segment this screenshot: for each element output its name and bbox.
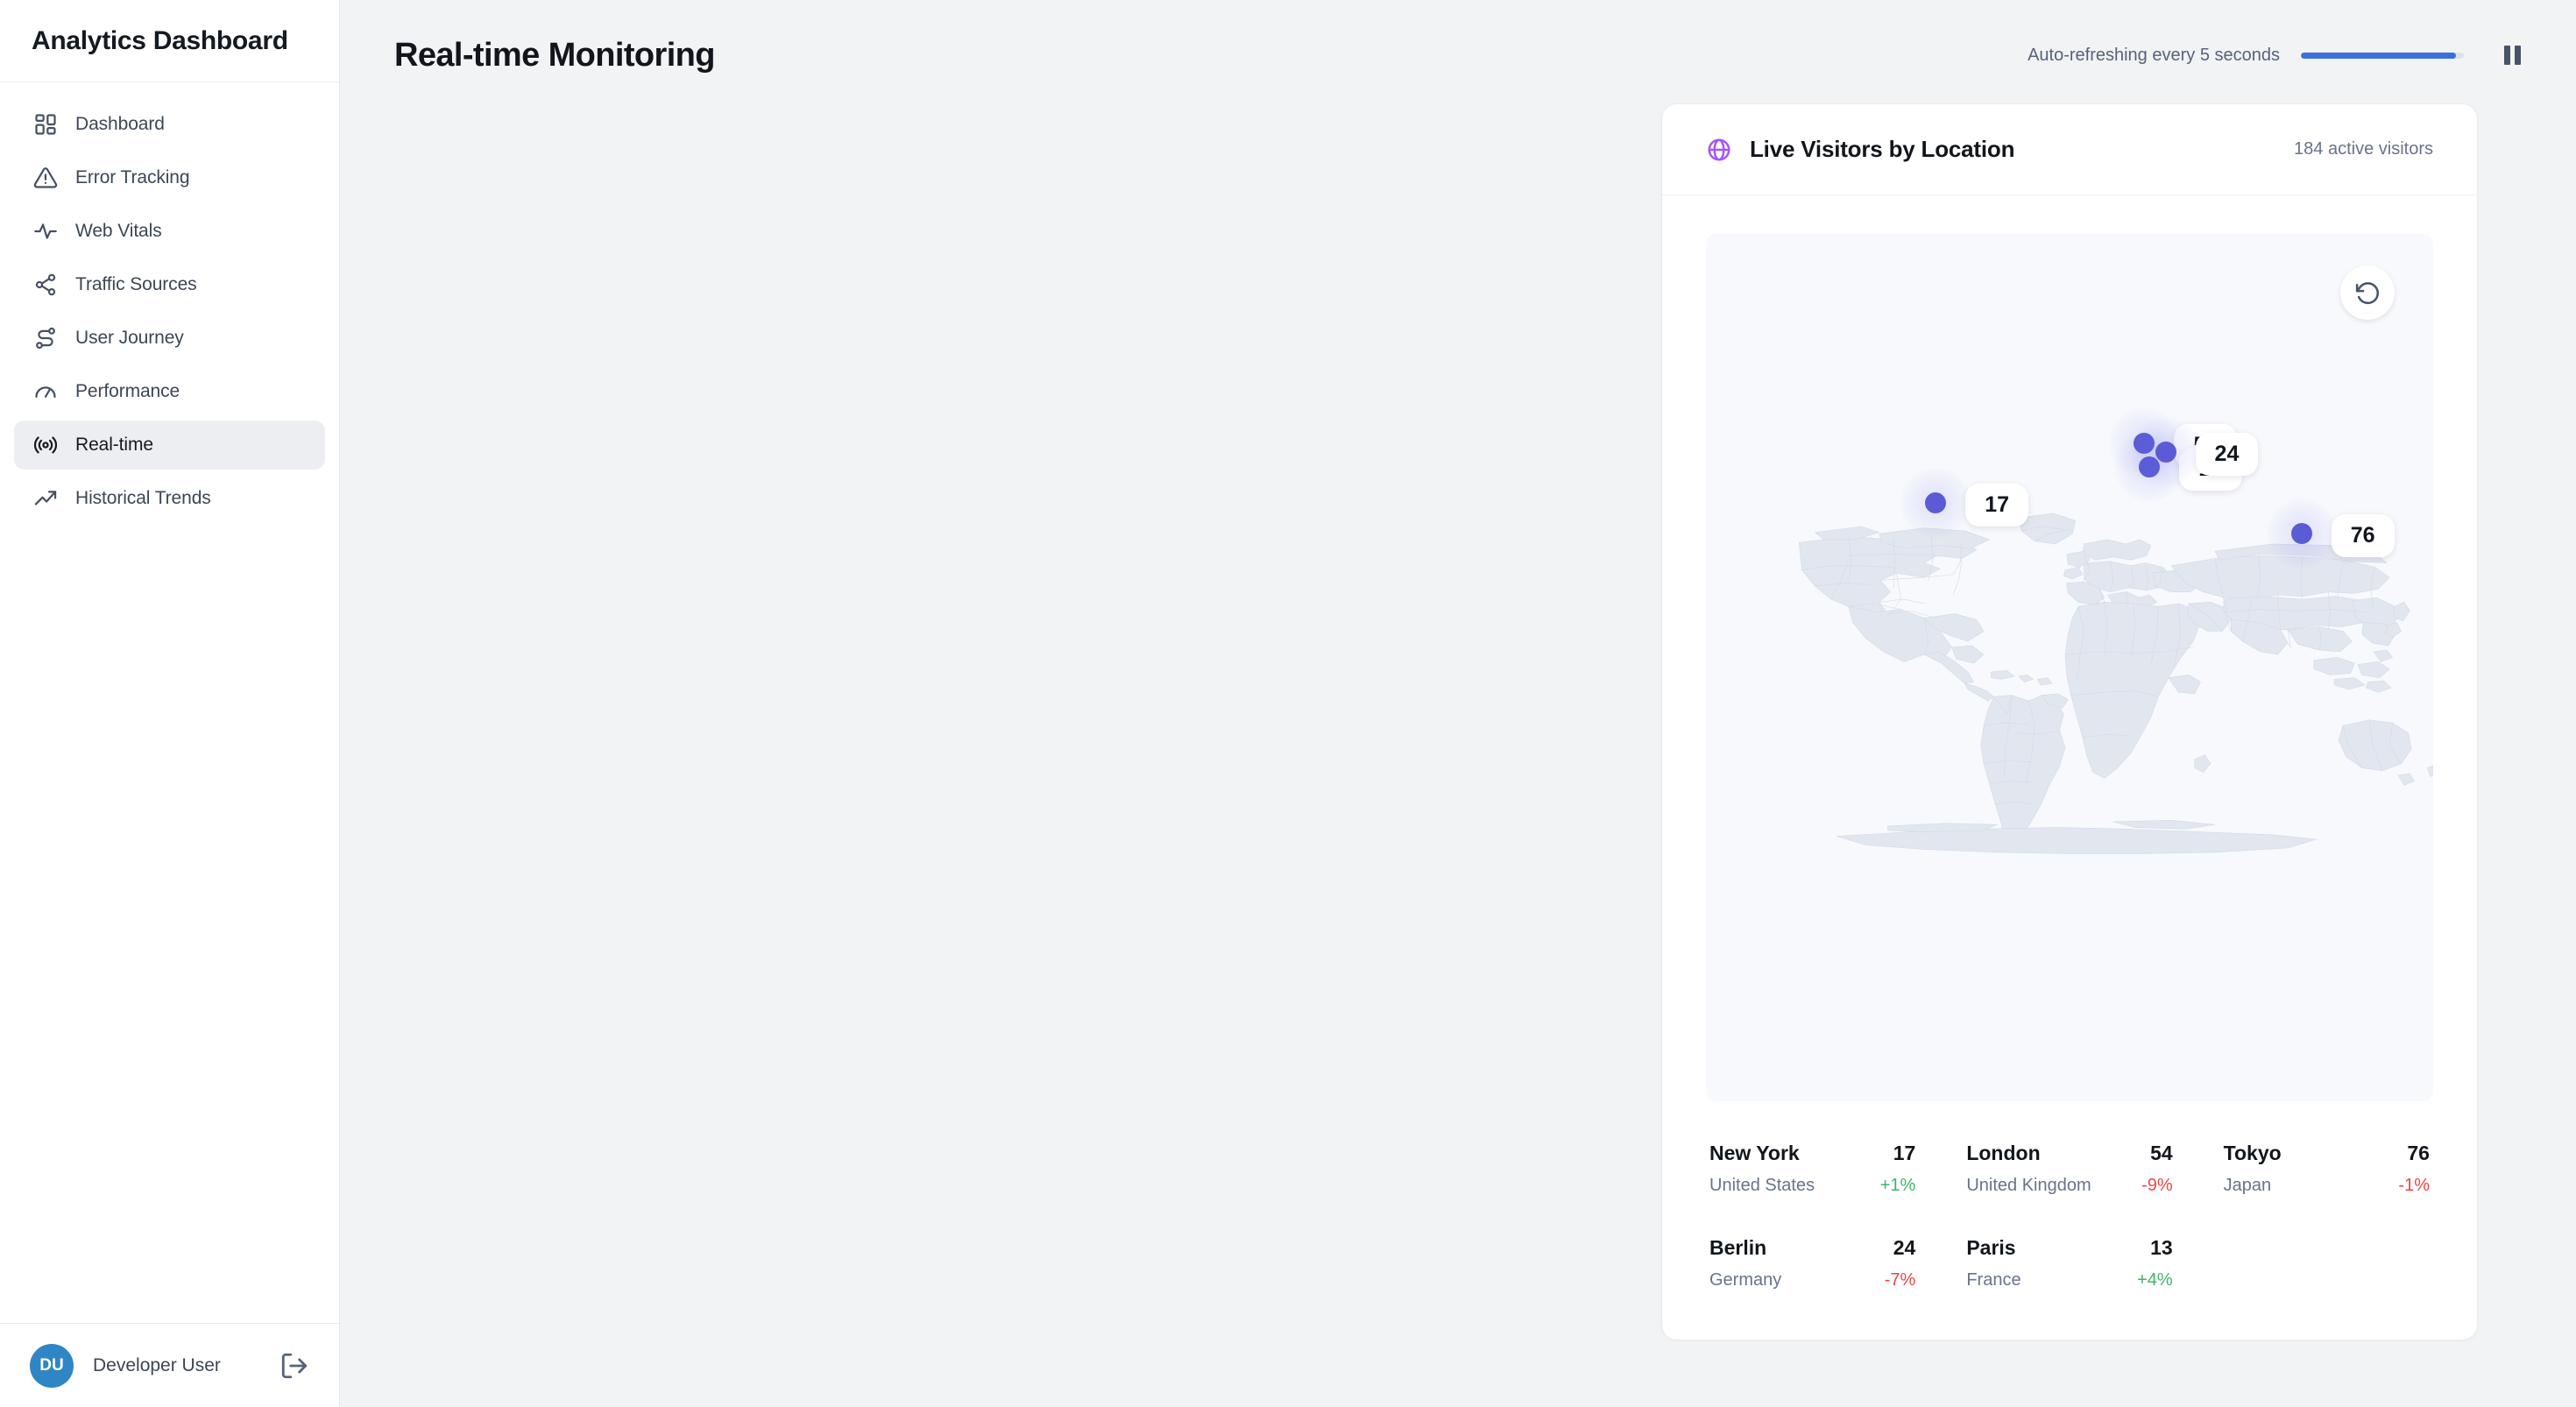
location-item: Berlin 24 Germany -7%: [1709, 1236, 1915, 1290]
location-secondary-row: Germany -7%: [1709, 1270, 1915, 1290]
sidebar-item-label: Historical Trends: [75, 488, 211, 508]
marker-dot: [2155, 442, 2176, 463]
location-country: Japan: [2223, 1176, 2272, 1195]
sidebar-item-user-journey[interactable]: User Journey: [14, 314, 325, 363]
sidebar-item-label: Real-time: [75, 435, 153, 455]
marker-dot: [1925, 491, 1947, 513]
sidebar: Analytics Dashboard Dashboard Error Track…: [0, 0, 340, 1407]
user-name: Developer User: [93, 1354, 221, 1375]
live-visitors-card: Live Visitors by Location 184 active vis…: [1661, 103, 2478, 1340]
card-header: Live Visitors by Location 184 active vis…: [1662, 104, 2477, 195]
globe-icon: [1706, 137, 1732, 163]
sidebar-nav: Dashboard Error Tracking Web Vitals Traffic…: [0, 82, 339, 523]
location-primary-row: Berlin 24: [1709, 1236, 1915, 1260]
location-item: London 54 United Kingdom -9%: [1966, 1142, 2172, 1196]
location-city: Tokyo: [2223, 1142, 2282, 1164]
location-change: -7%: [1884, 1270, 1916, 1290]
marker-label: 76: [2331, 513, 2395, 557]
sidebar-item-historical-trends[interactable]: Historical Trends: [14, 474, 325, 523]
sidebar-item-error-tracking[interactable]: Error Tracking: [14, 153, 325, 202]
sidebar-user-section: DU Developer User: [0, 1323, 339, 1407]
sidebar-item-dashboard[interactable]: Dashboard: [14, 100, 325, 149]
refresh-progress-bar: [2301, 52, 2464, 59]
location-country: United Kingdom: [1966, 1176, 2091, 1195]
location-change: -1%: [2398, 1176, 2430, 1195]
location-secondary-row: Japan -1%: [2224, 1176, 2430, 1196]
sidebar-item-label: Traffic Sources: [75, 274, 197, 294]
activity-icon: [33, 219, 58, 244]
location-item: New York 17 United States +1%: [1709, 1142, 1915, 1196]
location-city: New York: [1709, 1142, 1800, 1164]
marker-label: 17: [1965, 483, 2029, 527]
sidebar-header: Analytics Dashboard: [0, 0, 339, 82]
refresh-progress-fill: [2301, 52, 2456, 59]
sidebar-item-label: Performance: [75, 381, 180, 401]
alert-triangle-icon: [33, 166, 58, 190]
location-change: -9%: [2141, 1176, 2173, 1195]
gauge-icon: [33, 379, 58, 404]
reset-view-button[interactable]: [2340, 265, 2395, 320]
pause-icon[interactable]: [2497, 40, 2527, 70]
auto-refresh-control: Auto-refreshing every 5 seconds: [2028, 40, 2527, 70]
location-country: Germany: [1709, 1270, 1782, 1290]
trending-up-icon: [33, 486, 58, 511]
location-country: France: [1966, 1270, 2021, 1290]
world-map-svg: [1798, 513, 2433, 854]
location-count: 76: [2407, 1142, 2430, 1164]
share-icon: [33, 272, 58, 297]
pause-bar-left: [2503, 46, 2510, 65]
main-content: Real-time Monitoring Auto-refreshing eve…: [340, 0, 2576, 1407]
logout-icon[interactable]: [280, 1351, 309, 1381]
sidebar-item-web-vitals[interactable]: Web Vitals: [14, 207, 325, 256]
sidebar-item-traffic-sources[interactable]: Traffic Sources: [14, 260, 325, 309]
marker-label: 24: [2195, 433, 2259, 477]
sidebar-item-real-time[interactable]: Real-time: [14, 421, 325, 470]
sidebar-item-label: Dashboard: [75, 114, 165, 134]
grid-icon: [33, 112, 58, 137]
location-primary-row: New York 17: [1709, 1142, 1915, 1165]
location-count: 13: [2150, 1236, 2173, 1259]
app-root: Analytics Dashboard Dashboard Error Track…: [0, 0, 2576, 1407]
brand-title: Analytics Dashboard: [32, 25, 288, 55]
card-title: Live Visitors by Location: [1750, 136, 2015, 162]
pause-bar-right: [2514, 46, 2521, 65]
location-city: London: [1966, 1142, 2041, 1164]
location-city: Berlin: [1709, 1236, 1767, 1259]
location-secondary-row: France +4%: [1966, 1270, 2172, 1290]
avatar: DU: [30, 1343, 74, 1388]
location-primary-row: Paris 13: [1966, 1236, 2172, 1260]
location-count: 17: [1893, 1142, 1916, 1164]
location-secondary-row: United States +1%: [1709, 1176, 1915, 1196]
card-body: 17 54 13 24 76 New York 17 United States +1% Lon…: [1662, 195, 2477, 1340]
world-map[interactable]: 1754132476: [1706, 234, 2433, 1101]
active-visitors-count: 184 active visitors: [2294, 139, 2433, 159]
route-icon: [33, 326, 58, 350]
location-change: +1%: [1879, 1176, 1916, 1195]
location-item: Tokyo 76 Japan -1%: [2224, 1142, 2430, 1196]
sidebar-item-label: Error Tracking: [75, 167, 190, 187]
location-list: New York 17 United States +1% London 54 United…: [1706, 1101, 2433, 1340]
broadcast-icon: [33, 433, 58, 457]
topbar: Real-time Monitoring Auto-refreshing eve…: [340, 0, 2576, 110]
location-secondary-row: United Kingdom -9%: [1966, 1176, 2172, 1196]
location-item: Paris 13 France +4%: [1966, 1236, 2172, 1290]
location-count: 54: [2150, 1142, 2173, 1164]
sidebar-item-label: Web Vitals: [75, 221, 162, 241]
auto-refresh-label: Auto-refreshing every 5 seconds: [2028, 45, 2280, 65]
marker-dot: [2290, 522, 2312, 544]
location-primary-row: London 54: [1966, 1142, 2172, 1165]
location-city: Paris: [1966, 1236, 2016, 1259]
page-title: Real-time Monitoring: [394, 36, 715, 74]
sidebar-item-label: User Journey: [75, 328, 184, 348]
card-title-group: Live Visitors by Location: [1706, 136, 2014, 163]
sidebar-item-performance[interactable]: Performance: [14, 367, 325, 416]
location-country: United States: [1709, 1176, 1815, 1195]
location-change: +4%: [2137, 1270, 2173, 1290]
location-primary-row: Tokyo 76: [2224, 1142, 2430, 1165]
location-count: 24: [1893, 1236, 1916, 1259]
